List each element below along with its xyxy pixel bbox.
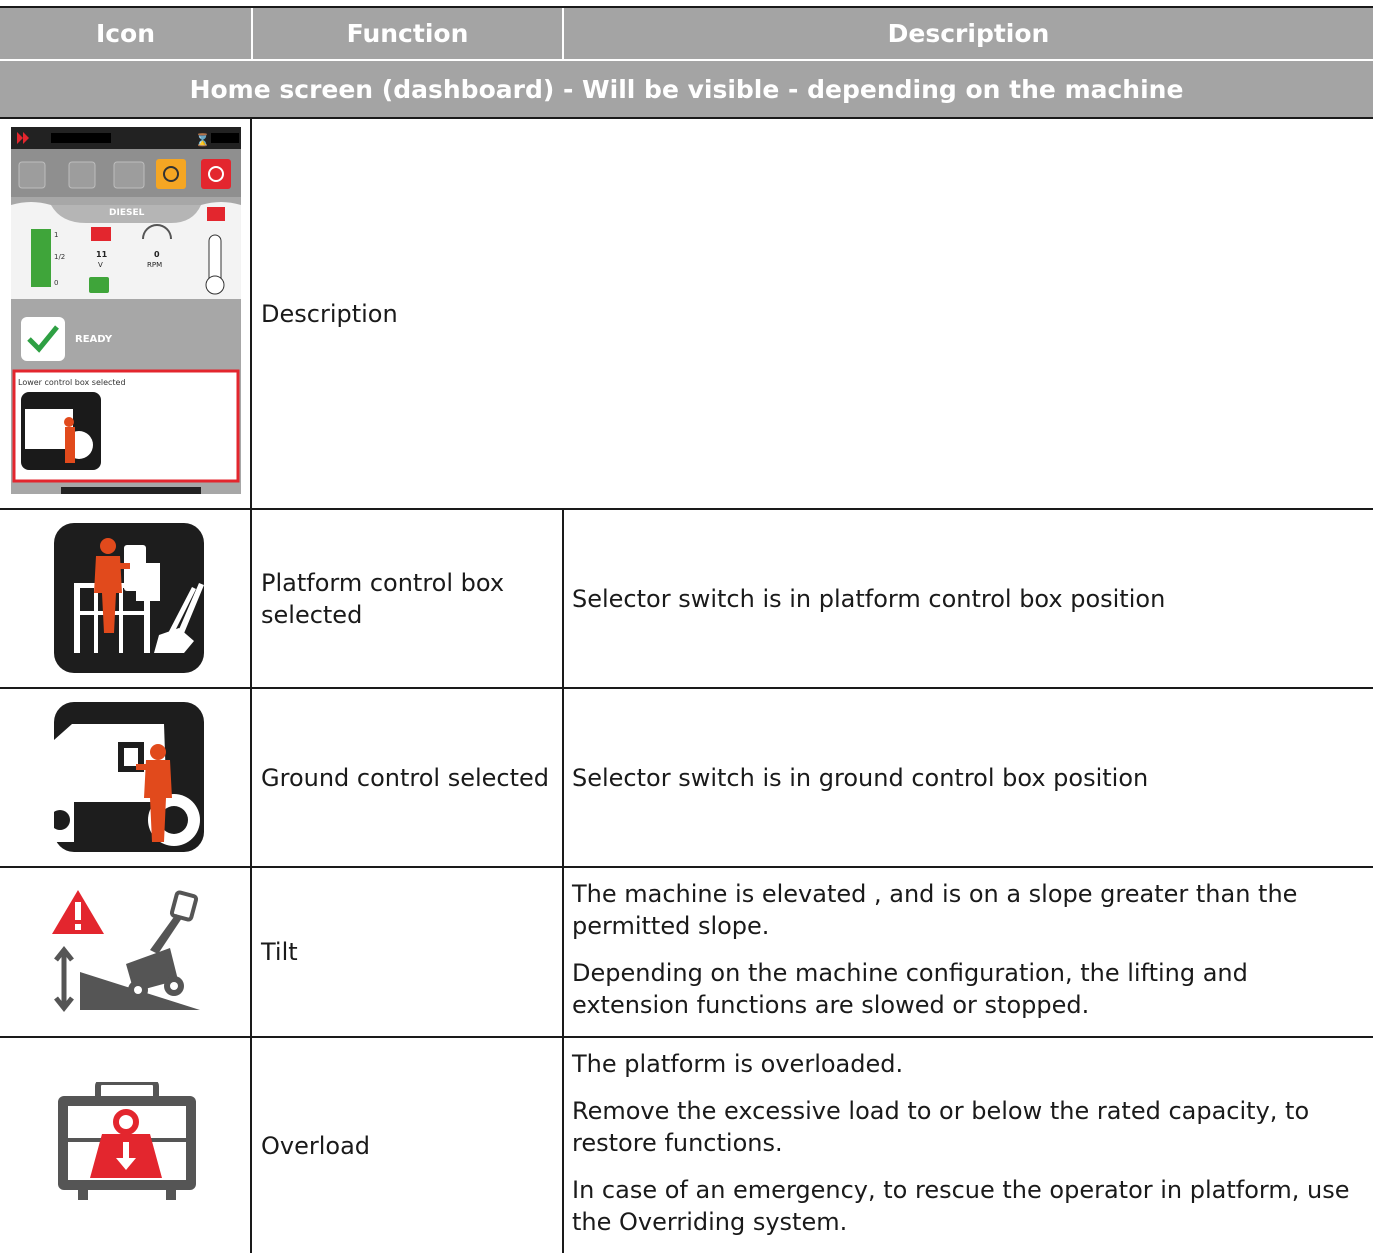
description-overload-line-3: In case of an emergency, to rescue the o… [572,1176,1350,1236]
function-platform-control: Platform control box selected [261,568,505,629]
rpm-value: 0 [154,250,160,259]
description-platform-control-text: Selector switch is in platform control b… [572,584,1166,613]
ground-control-icon [50,702,204,852]
description-ground-control: Selector switch is in ground control box… [572,689,1362,866]
header-icon: Icon [0,8,251,59]
description-overload-line-2: Remove the excessive load to or below th… [572,1097,1310,1157]
platform-control-box-icon [54,523,204,673]
icon-function-table: Icon Function Description Home screen (d… [0,0,1373,1253]
description-overload-line-1: The platform is overloaded. [572,1050,904,1078]
rpm-unit: RPM [147,261,162,269]
description-ground-control-text: Selector switch is in ground control box… [572,763,1149,792]
fuel-level-half: 1/2 [54,253,65,261]
svg-text:⌛: ⌛ [195,133,210,147]
description-tilt-line-1: The machine is elevated , and is on a sl… [572,880,1298,940]
description-tilt: The machine is elevated , and is on a sl… [572,878,1362,1036]
voltage-unit: V [98,261,103,269]
fuel-level-empty: 0 [54,279,58,287]
tilt-warning-icon [52,890,202,1015]
section-title: Home screen (dashboard) - Will be visibl… [0,61,1373,117]
fuel-level-full: 1 [54,231,58,239]
voltage-value: 11 [96,250,108,259]
header-function: Function [253,8,562,59]
function-overload: Overload [261,1131,371,1160]
description-tilt-line-2: Depending on the machine configuration, … [572,959,1248,1019]
function-dashboard: Description [261,299,398,328]
description-platform-control: Selector switch is in platform control b… [572,510,1362,687]
status-ready: READY [75,334,113,345]
function-tilt: Tilt [261,938,298,966]
dashboard-screen-icon: ⌛ DIESEL 1 1/2 0 11 V 0 RPM READY Lower … [11,127,241,494]
description-overload: The platform is overloaded. Remove the e… [572,1048,1362,1253]
control-caption: Lower control box selected [18,378,126,387]
overload-icon [58,1079,198,1202]
fuel-label: DIESEL [109,208,145,218]
function-ground-control: Ground control selected [261,763,550,792]
header-description: Description [564,8,1373,59]
